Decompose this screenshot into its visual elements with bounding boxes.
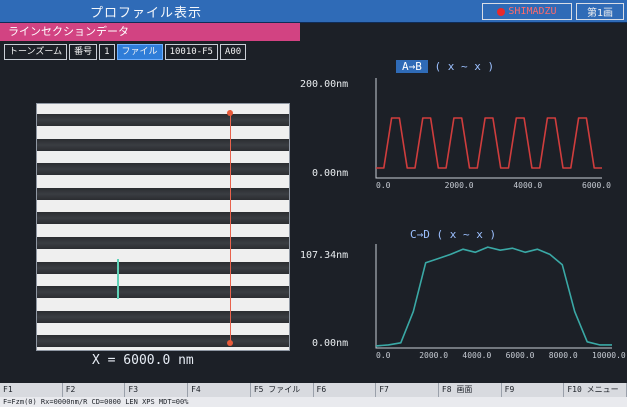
image-stripe — [37, 286, 289, 299]
function-key-10[interactable]: F10 メニュー — [564, 383, 627, 397]
x-tick-label: 6000.0 — [506, 351, 535, 360]
image-stripe — [37, 187, 289, 200]
function-key-7[interactable]: F7 — [376, 383, 439, 397]
x-tick-label: 10000.0 — [592, 351, 626, 360]
image-stripe — [37, 138, 289, 151]
function-key-6[interactable]: F6 — [314, 383, 377, 397]
graph-ab-ymax: 200.00nm — [300, 79, 349, 90]
image-stripe — [37, 310, 289, 323]
cursor-marker-b[interactable] — [227, 340, 233, 346]
cursor-marker-c[interactable] — [117, 259, 119, 299]
brand-name: SHIMADZU — [508, 6, 557, 17]
image-stripe — [37, 212, 289, 225]
function-key-4[interactable]: F4 — [188, 383, 251, 397]
param-0[interactable]: トーンズーム — [4, 44, 68, 60]
x-position-readout: X = 6000.0 nm — [92, 353, 194, 368]
param-3[interactable]: ファイル — [116, 44, 163, 60]
function-key-9[interactable]: F9 — [502, 383, 565, 397]
graph-ab-suffix: ( x ~ x ) — [434, 60, 495, 73]
function-key-5[interactable]: F5 ファイル — [251, 383, 314, 397]
profile-graph-cd[interactable]: 0.0 2000.0 4000.0 6000.0 8000.0 10000.0 — [370, 240, 626, 370]
param-2[interactable]: 1 — [99, 44, 115, 60]
param-4[interactable]: 10010-F5 — [164, 44, 218, 60]
x-tick-label: 6000.0 — [582, 181, 611, 190]
param-row: トーンズーム 番号 1 ファイル 10010-F5 A00 — [4, 44, 247, 60]
graph-ab-title: A→B ( x ~ x ) — [396, 60, 494, 73]
mode-bar: ラインセクションデータ — [0, 23, 300, 41]
image-stripe — [37, 335, 289, 348]
profile-graph-ab[interactable]: 0.0 2000.0 4000.0 6000.0 — [370, 74, 611, 204]
x-tick-label: 4000.0 — [513, 181, 542, 190]
param-1[interactable]: 番号 — [69, 44, 98, 60]
x-tick-label: 0.0 — [376, 351, 391, 360]
graph-cd-ymax: 107.34nm — [300, 250, 349, 261]
param-5[interactable]: A00 — [219, 44, 247, 60]
sem-image-panel[interactable] — [36, 103, 290, 351]
x-tick-label: 2000.0 — [419, 351, 448, 360]
function-key-1[interactable]: F1 — [0, 383, 63, 397]
profile-line — [375, 246, 612, 347]
title-bar: プロファイル表示 SHIMADZU 第1画 — [0, 0, 627, 23]
image-stripe — [37, 261, 289, 274]
screen-indicator[interactable]: 第1画 — [576, 3, 624, 20]
axis-lines — [375, 78, 602, 179]
function-key-2[interactable]: F2 — [63, 383, 126, 397]
x-tick-label: 8000.0 — [549, 351, 578, 360]
graph-cd-ymin: 0.00nm — [312, 338, 349, 349]
x-tick-label: 2000.0 — [445, 181, 474, 190]
function-key-8[interactable]: F8 画面 — [439, 383, 502, 397]
window-title: プロファイル表示 — [90, 6, 203, 21]
graph-ab-ymin: 0.00nm — [312, 168, 349, 179]
brand-badge: SHIMADZU — [482, 3, 572, 20]
status-line: F=Fzm(0) Rx=0000nm/R CD=0000 LEN XPS MDT… — [0, 397, 627, 407]
graph-ab-tag: A→B — [396, 60, 428, 73]
cursor-marker-a[interactable] — [227, 110, 233, 116]
image-stripe — [37, 237, 289, 249]
profile-line — [376, 117, 602, 169]
x-tick-label: 4000.0 — [462, 351, 491, 360]
brand-logo-icon — [497, 7, 506, 16]
screen: プロファイル表示 SHIMADZU 第1画 ラインセクションデータ トーンズーム… — [0, 0, 627, 407]
axis-lines — [375, 244, 612, 349]
function-key-bar: F1 F2 F3 F4 F5 ファイル F6 F7 F8 画面 F9 F10 メニュー — [0, 383, 627, 397]
x-tick-label: 0.0 — [376, 181, 391, 190]
function-key-3[interactable]: F3 — [125, 383, 189, 397]
image-stripe — [37, 163, 289, 176]
image-stripe — [37, 114, 289, 126]
section-cursor-line[interactable] — [230, 110, 231, 342]
